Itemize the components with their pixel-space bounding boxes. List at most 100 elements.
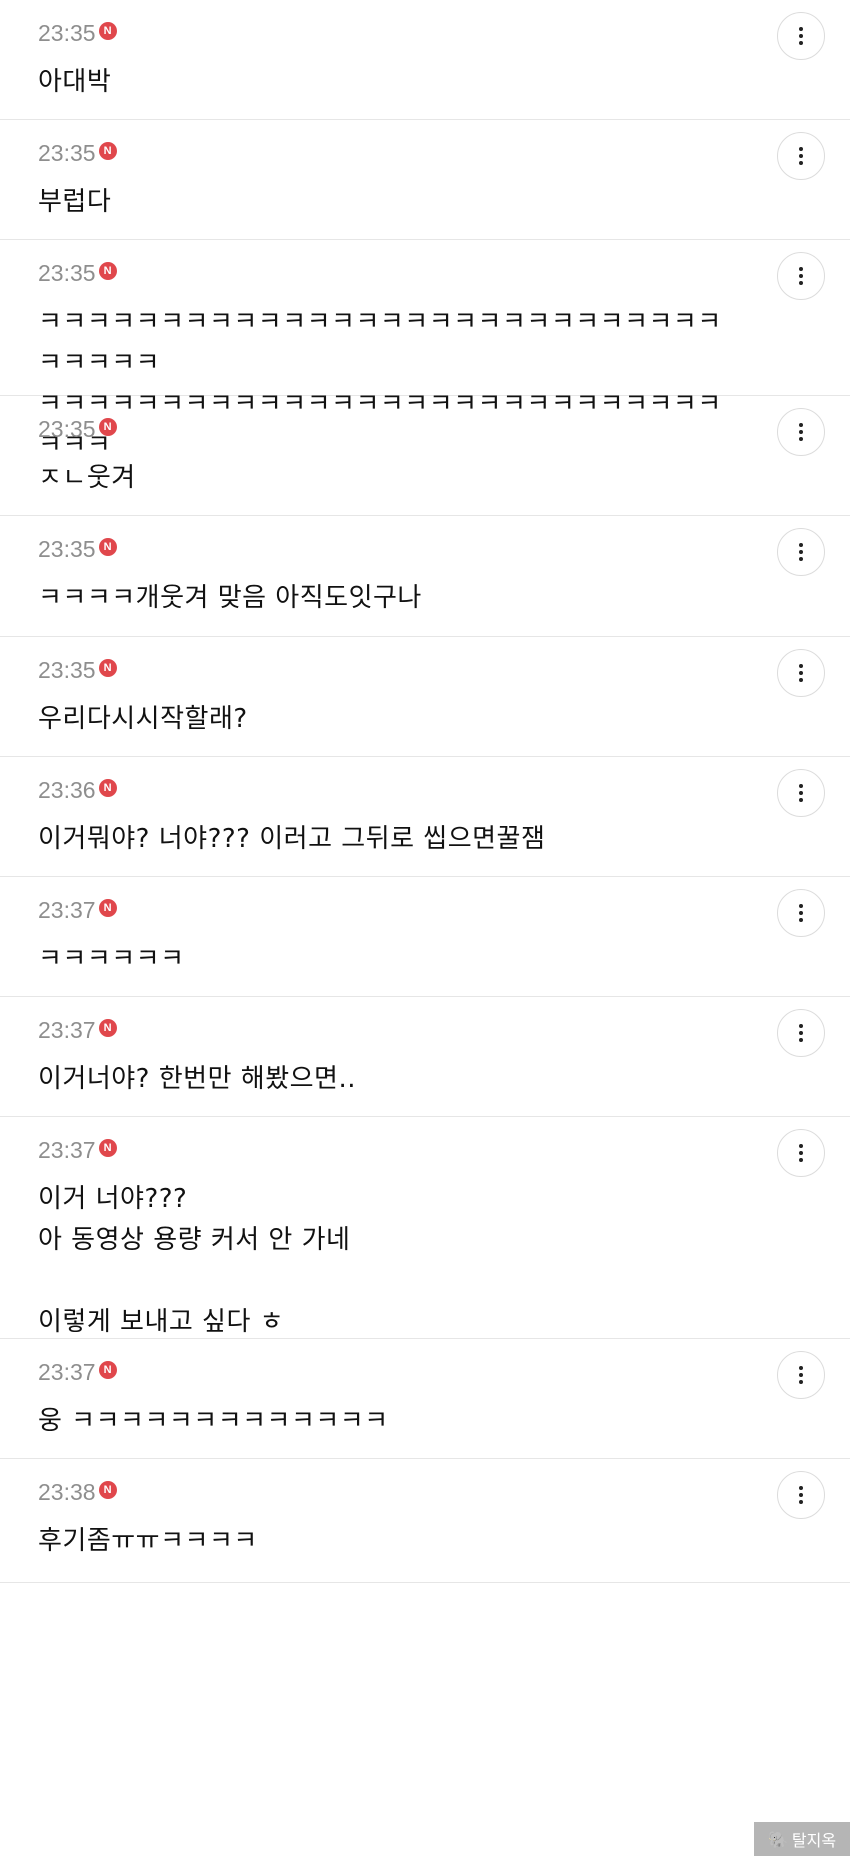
more-options-dot-icon [799, 1031, 803, 1035]
comment-timestamp: 23:35 [38, 139, 96, 166]
new-badge-icon: N [98, 779, 117, 797]
comment-timestamp: 23:35 [38, 535, 96, 562]
comment-text: ㅋㅋㅋㅋ개웃겨 맞음 아직도잇구나 [38, 583, 422, 613]
comment-timestamp: 23:37 [38, 1358, 96, 1385]
new-badge-icon: N [98, 1361, 117, 1379]
comment-row: 23:35 N ㅈㄴ웃겨 [0, 396, 850, 516]
comment-meta: 23:37 N [38, 1015, 740, 1045]
comment-text: 이거너야? 한번만 해봤으면.. [38, 1064, 356, 1094]
more-options-dot-icon [799, 791, 803, 795]
comment-timestamp: 23:35 [38, 415, 96, 442]
comment-meta: 23:37 N [38, 1135, 740, 1165]
watermark-logo-icon: 🐘 [767, 1829, 788, 1849]
more-options-button[interactable] [777, 1129, 825, 1177]
comment-text: ㅈㄴ웃겨 [38, 463, 136, 493]
more-options-dot-icon [799, 437, 803, 441]
more-options-dot-icon [799, 1373, 803, 1377]
more-options-button[interactable] [777, 889, 825, 937]
comment-timestamp: 23:35 [38, 19, 96, 46]
more-options-dot-icon [799, 430, 803, 434]
comment-meta: 23:37 N [38, 895, 740, 925]
more-options-button[interactable] [777, 408, 825, 456]
comment-text: 웅 ㅋㅋㅋㅋㅋㅋㅋㅋㅋㅋㅋㅋㅋ [38, 1406, 389, 1436]
more-options-dot-icon [799, 161, 803, 165]
more-options-dot-icon [799, 1144, 803, 1148]
comment-list: 23:35 N 아대박 23:35 N 부럽다 23:35 N ㅋㅋㅋㅋㅋㅋㅋㅋㅋㅋㅋㅋㅋㅋㅋㅋ… [0, 0, 850, 1583]
comment-text: 후기좀ㅠㅠㅋㅋㅋㅋ [38, 1526, 258, 1556]
more-options-button[interactable] [777, 649, 825, 697]
comment-row: 23:35 N 우리다시시작할래? [0, 637, 850, 757]
watermark: 🐘 탈지옥 [754, 1822, 850, 1856]
more-options-dot-icon [799, 1366, 803, 1370]
more-options-button[interactable] [777, 769, 825, 817]
more-options-dot-icon [799, 543, 803, 547]
comment-meta: 23:35 N [38, 655, 740, 685]
more-options-dot-icon [799, 911, 803, 915]
more-options-dot-icon [799, 1024, 803, 1028]
comment-timestamp: 23:37 [38, 1016, 96, 1043]
more-options-button[interactable] [777, 252, 825, 300]
comment-meta: 23:35 N [38, 534, 740, 564]
more-options-dot-icon [799, 1500, 803, 1504]
comment-meta: 23:35 N [38, 138, 740, 168]
more-options-dot-icon [799, 274, 803, 278]
more-options-button[interactable] [777, 1009, 825, 1057]
comment-meta: 23:37 N [38, 1357, 740, 1387]
more-options-dot-icon [799, 154, 803, 158]
comment-row: 23:36 N 이거뭐야? 너야??? 이러고 그뒤로 씹으면꿀잼 [0, 757, 850, 877]
more-options-button[interactable] [777, 12, 825, 60]
more-options-dot-icon [799, 664, 803, 668]
more-options-dot-icon [799, 281, 803, 285]
new-badge-icon: N [98, 1139, 117, 1157]
more-options-dot-icon [799, 798, 803, 802]
more-options-dot-icon [799, 1486, 803, 1490]
new-badge-icon: N [98, 262, 117, 280]
comment-timestamp: 23:37 [38, 896, 96, 923]
comment-row: 23:38 N 후기좀ㅠㅠㅋㅋㅋㅋ [0, 1459, 850, 1583]
more-options-dot-icon [799, 1493, 803, 1497]
more-options-button[interactable] [777, 1471, 825, 1519]
comment-text: ㅋㅋㅋㅋㅋㅋ [38, 944, 185, 974]
comment-row: 23:37 N 이거너야? 한번만 해봤으면.. [0, 997, 850, 1117]
comment-meta: 23:36 N [38, 775, 740, 805]
comment-row: 23:35 N 아대박 [0, 0, 850, 120]
comment-timestamp: 23:35 [38, 656, 96, 683]
comment-row: 23:37 N 웅 ㅋㅋㅋㅋㅋㅋㅋㅋㅋㅋㅋㅋㅋ [0, 1339, 850, 1459]
more-options-dot-icon [799, 904, 803, 908]
new-badge-icon: N [98, 418, 117, 436]
comment-text: 이거 너야??? 아 동영상 용량 커서 안 가네 이렇게 보내고 싶다 ㅎ [38, 1184, 351, 1337]
new-badge-icon: N [98, 538, 117, 556]
comment-text: 우리다시시작할래? [38, 704, 248, 734]
comment-meta: 23:35 N [38, 414, 740, 444]
more-options-dot-icon [799, 678, 803, 682]
more-options-dot-icon [799, 784, 803, 788]
more-options-dot-icon [799, 423, 803, 427]
comment-timestamp: 23:35 [38, 259, 96, 286]
more-options-dot-icon [799, 550, 803, 554]
more-options-button[interactable] [777, 132, 825, 180]
comment-row: 23:37 N ㅋㅋㅋㅋㅋㅋ [0, 877, 850, 997]
new-badge-icon: N [98, 1481, 117, 1499]
more-options-button[interactable] [777, 528, 825, 576]
more-options-button[interactable] [777, 1351, 825, 1399]
comment-meta: 23:35 N [38, 18, 740, 48]
more-options-dot-icon [799, 557, 803, 561]
more-options-dot-icon [799, 267, 803, 271]
more-options-dot-icon [799, 147, 803, 151]
comment-timestamp: 23:37 [38, 1136, 96, 1163]
comment-meta: 23:35 N [38, 258, 740, 288]
more-options-dot-icon [799, 1151, 803, 1155]
comment-row: 23:37 N 이거 너야??? 아 동영상 용량 커서 안 가네 이렇게 보내고 … [0, 1117, 850, 1339]
comment-meta: 23:38 N [38, 1477, 740, 1507]
comment-text: 부럽다 [38, 187, 112, 217]
more-options-dot-icon [799, 918, 803, 922]
more-options-dot-icon [799, 671, 803, 675]
comment-row: 23:35 N ㅋㅋㅋㅋ개웃겨 맞음 아직도잇구나 [0, 516, 850, 637]
comment-row: 23:35 N 부럽다 [0, 120, 850, 240]
watermark-text: 탈지옥 [791, 1831, 837, 1850]
comment-timestamp: 23:38 [38, 1478, 96, 1505]
more-options-dot-icon [799, 1380, 803, 1384]
more-options-dot-icon [799, 41, 803, 45]
comment-timestamp: 23:36 [38, 776, 96, 803]
new-badge-icon: N [98, 1019, 117, 1037]
